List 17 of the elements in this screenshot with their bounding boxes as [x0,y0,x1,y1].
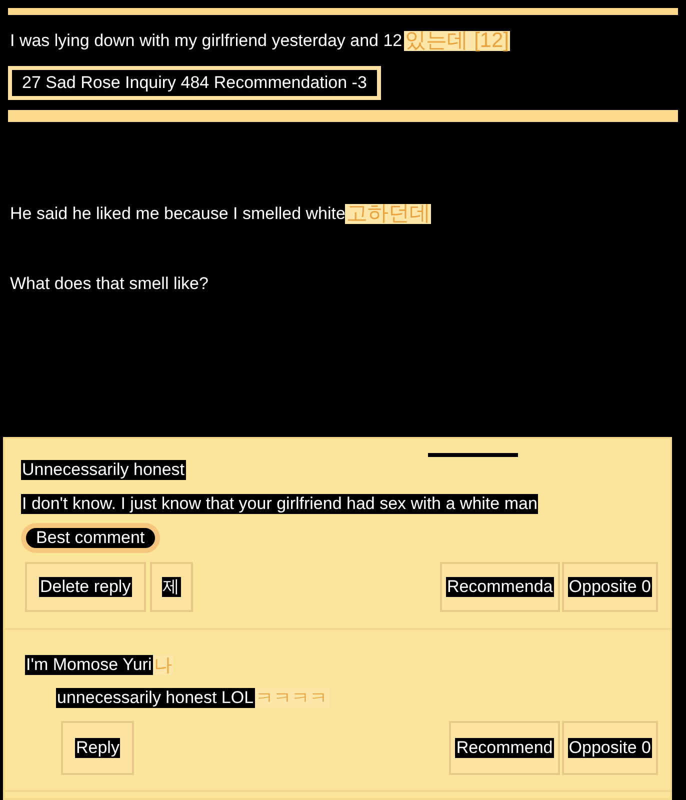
comment-text: I don't know. I just know that your girlfriend had sex with a white man [21,494,538,514]
oppose-button[interactable]: Opposite 0 [562,562,658,612]
recommend-button[interactable]: Recommend [449,721,560,775]
oppose-button[interactable]: Opposite 0 [562,721,658,775]
comment-action-button[interactable]: Delete reply [25,562,146,612]
comment-text: unnecessarily honest LOL [56,688,255,708]
title-trailing-text: 있는데 [12] [404,31,510,51]
best-comment-badge: Best comment [21,523,160,553]
recommend-button[interactable]: Recommenda [440,562,560,612]
post-meta: 27 Sad Rose Inquiry 484 Recommendation -3 [8,66,381,100]
body-trailing-text: 고하던데 [345,204,432,224]
comment-action-button[interactable]: Reply [61,721,134,775]
comment-author: Unnecessarily honest [21,460,186,480]
author-trailing-text: 나 [152,655,173,675]
comment-trailing-text: ㅋㅋㅋㅋ [254,688,329,708]
comment-secondary-button[interactable]: 제 [150,562,193,612]
comment-author: I'm Momose Yuri [25,655,153,675]
